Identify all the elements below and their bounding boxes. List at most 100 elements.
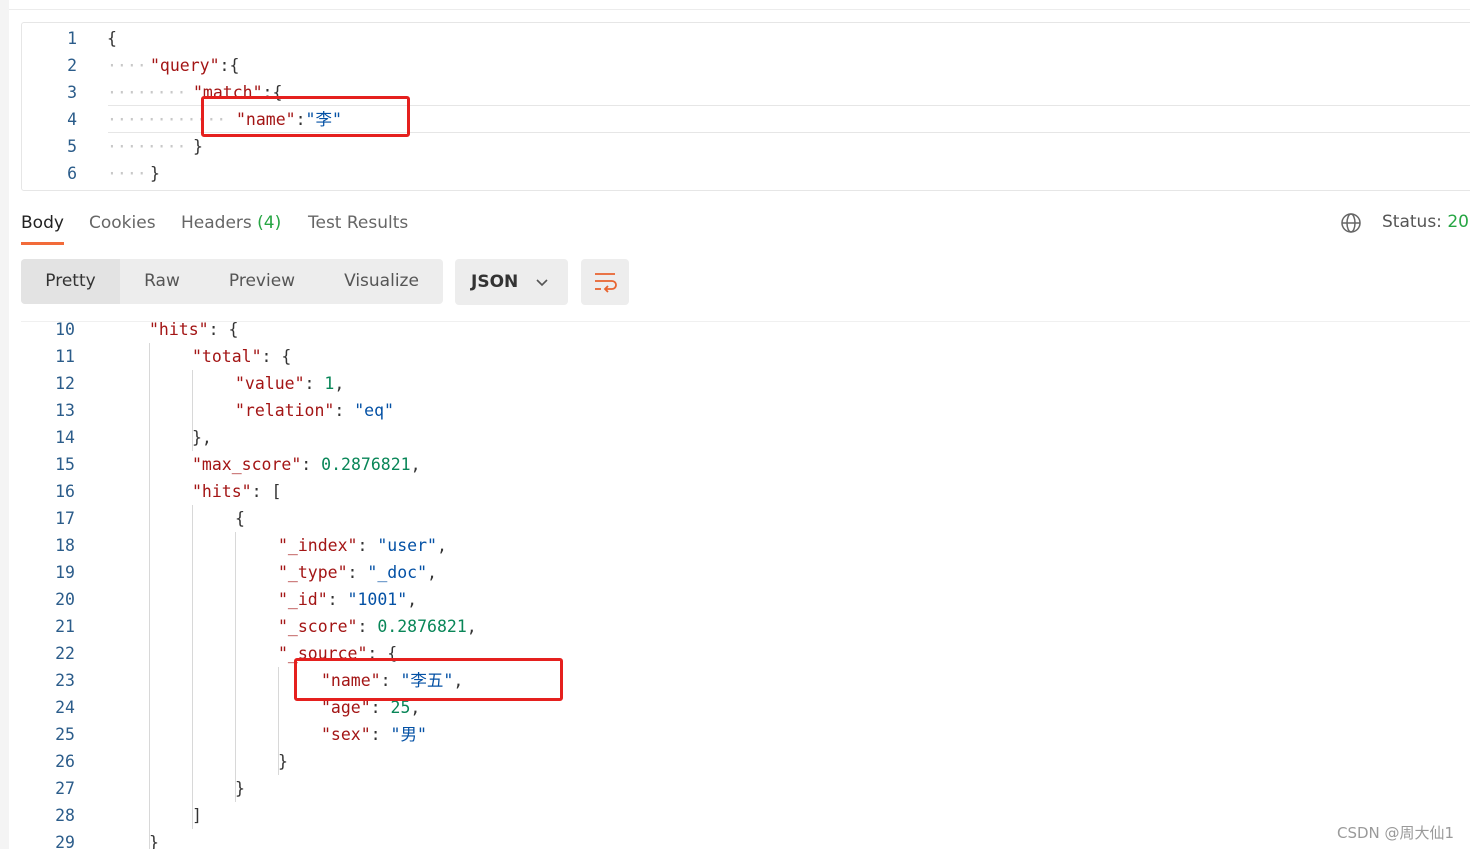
line-number: 14 bbox=[55, 428, 75, 447]
headers-count-badge: (4) bbox=[257, 213, 282, 233]
code-token: , bbox=[334, 374, 345, 393]
code-text: "_type": "_doc", bbox=[278, 559, 437, 586]
code-token: : [ bbox=[251, 482, 282, 501]
code-line: 12 "value": 1, bbox=[21, 370, 1470, 397]
indent-dots: ········ bbox=[107, 83, 187, 102]
code-token: } bbox=[149, 833, 159, 849]
line-number: 22 bbox=[55, 644, 75, 663]
response-status: Status: 200 bbox=[1382, 212, 1470, 232]
line-number: 17 bbox=[55, 509, 75, 528]
code-token: } bbox=[193, 137, 203, 156]
tab-body[interactable]: Body bbox=[21, 206, 64, 245]
code-token: "query" bbox=[150, 56, 220, 75]
code-line: 18 "_index": "user", bbox=[21, 532, 1470, 559]
line-number: 26 bbox=[55, 752, 75, 771]
line-number: 24 bbox=[55, 698, 75, 717]
indent-dots: ···· bbox=[107, 164, 147, 183]
code-token: 0.2876821 bbox=[321, 455, 411, 474]
indent-guide bbox=[278, 667, 279, 775]
code-line: 24 "age": 25, bbox=[21, 694, 1470, 721]
code-line: 5} ········ bbox=[22, 133, 1470, 160]
indent-guide bbox=[192, 505, 193, 829]
indent-guide bbox=[149, 343, 150, 849]
code-token: 1 bbox=[324, 374, 335, 393]
code-token: "max_score" bbox=[192, 455, 302, 474]
code-token: } bbox=[278, 752, 288, 771]
tab-headers[interactable]: Headers (4) bbox=[181, 206, 281, 242]
code-text: { bbox=[107, 25, 117, 52]
line-number: 28 bbox=[55, 806, 75, 825]
indent-dots: ········ bbox=[107, 137, 187, 156]
code-text: "max_score": 0.2876821, bbox=[192, 451, 421, 478]
globe-icon[interactable] bbox=[1340, 212, 1362, 234]
code-line: 27} bbox=[21, 775, 1470, 802]
code-text: } bbox=[149, 829, 159, 849]
code-line: 10 "hits": { bbox=[21, 316, 1470, 343]
code-line: 2 "query":{···· bbox=[22, 52, 1470, 79]
tab-test-results[interactable]: Test Results bbox=[308, 206, 408, 242]
top-divider bbox=[9, 9, 1470, 10]
wrap-lines-icon bbox=[595, 273, 617, 293]
code-line: 23 "name": "李五", bbox=[21, 667, 1470, 694]
wrap-lines-button[interactable] bbox=[581, 259, 629, 305]
line-number: 13 bbox=[55, 401, 75, 420]
code-token: , bbox=[466, 617, 477, 636]
code-line: 26} bbox=[21, 748, 1470, 775]
highlight-box-response-name bbox=[294, 658, 563, 701]
code-text: } bbox=[235, 775, 245, 802]
code-token: , bbox=[410, 455, 421, 474]
code-line: 20 "_id": "1001", bbox=[21, 586, 1470, 613]
code-token: "sex" bbox=[321, 725, 371, 744]
code-text: "_score": 0.2876821, bbox=[278, 613, 477, 640]
line-number: 10 bbox=[55, 320, 75, 339]
code-token: : bbox=[357, 617, 378, 636]
code-line: 29} bbox=[21, 829, 1470, 849]
code-token: : bbox=[301, 455, 322, 474]
code-token: : bbox=[347, 563, 368, 582]
code-line: 11 "total": { bbox=[21, 343, 1470, 370]
code-token: , bbox=[427, 563, 437, 582]
code-token: : { bbox=[208, 320, 239, 339]
code-token: "relation" bbox=[235, 401, 335, 420]
code-text: } bbox=[193, 133, 203, 160]
language-select[interactable]: JSON bbox=[455, 259, 568, 305]
code-token: }, bbox=[192, 428, 212, 447]
line-number: 25 bbox=[55, 725, 75, 744]
code-token: : { bbox=[261, 347, 292, 366]
code-line: 13 "relation": "eq" bbox=[21, 397, 1470, 424]
tab-body-label: Body bbox=[21, 213, 64, 233]
code-token: { bbox=[235, 509, 245, 528]
highlight-box-request-name bbox=[201, 96, 410, 137]
response-body-viewer[interactable]: 10 "hits": {11 "total": {12 "value": 1, 13 "r… bbox=[21, 316, 1470, 849]
code-text: } bbox=[278, 748, 288, 775]
view-pretty-button[interactable]: Pretty bbox=[21, 259, 120, 304]
code-token: ] bbox=[192, 806, 202, 825]
status-code: 200 bbox=[1447, 212, 1470, 232]
tab-headers-label: Headers bbox=[181, 213, 252, 233]
code-token: , bbox=[407, 590, 418, 609]
view-visualize-button[interactable]: Visualize bbox=[320, 259, 443, 304]
code-token: "1001" bbox=[347, 590, 408, 609]
code-token: "_type" bbox=[278, 563, 348, 582]
view-mode-segmented-control: Pretty Raw Preview Visualize bbox=[21, 259, 443, 304]
line-number: 3 bbox=[67, 83, 77, 102]
code-token: , bbox=[436, 536, 447, 555]
code-line: 25 "sex": "男" bbox=[21, 721, 1470, 748]
code-text: "relation": "eq" bbox=[235, 397, 394, 424]
tab-cookies[interactable]: Cookies bbox=[89, 206, 156, 242]
code-line: 1{ bbox=[22, 25, 1470, 52]
code-token: "_id" bbox=[278, 590, 328, 609]
code-token: :{ bbox=[219, 56, 240, 75]
language-select-value: JSON bbox=[471, 272, 519, 292]
code-text: "hits": [ bbox=[192, 478, 281, 505]
view-preview-button[interactable]: Preview bbox=[204, 259, 320, 304]
code-token: { bbox=[107, 29, 117, 48]
line-number: 23 bbox=[55, 671, 75, 690]
tab-test-results-label: Test Results bbox=[308, 213, 409, 233]
line-number: 15 bbox=[55, 455, 75, 474]
code-text: "_id": "1001", bbox=[278, 586, 417, 613]
code-token: "男" bbox=[390, 725, 427, 744]
chevron-down-icon bbox=[536, 279, 548, 287]
view-raw-button[interactable]: Raw bbox=[120, 259, 204, 304]
line-number: 5 bbox=[67, 137, 77, 156]
